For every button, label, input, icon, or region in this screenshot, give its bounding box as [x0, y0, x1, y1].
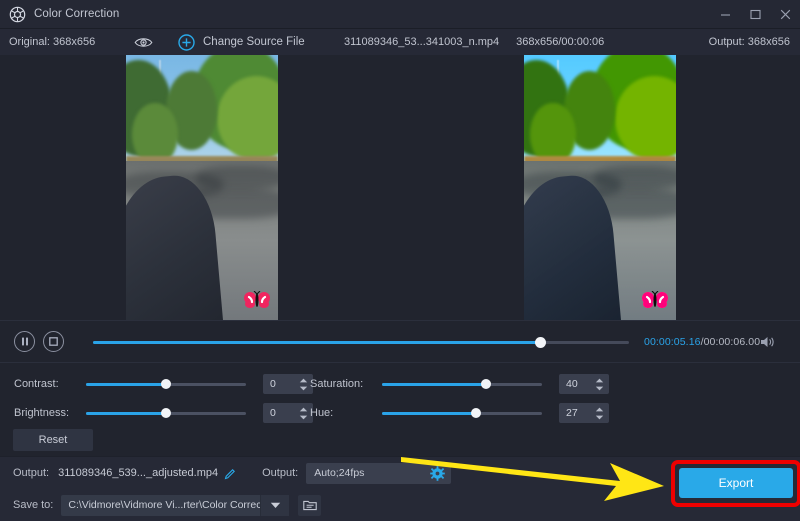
transport-bar: 00:00:05.16 /00:00:06.00: [0, 320, 800, 362]
minimize-icon[interactable]: [710, 0, 740, 29]
pencil-icon[interactable]: [224, 467, 236, 479]
brightness-slider-fill: [86, 412, 166, 415]
saturation-stepper[interactable]: 40: [559, 374, 609, 394]
hue-stepper[interactable]: 27: [559, 403, 609, 423]
output-format-value: Auto;24fps: [314, 467, 364, 479]
stepper-arrows[interactable]: [595, 374, 604, 394]
brightness-stepper[interactable]: 0: [263, 403, 313, 423]
contrast-label: Contrast:: [14, 378, 84, 390]
contrast-stepper[interactable]: 0: [263, 374, 313, 394]
preview-stage: [0, 55, 800, 320]
brightness-slider-knob[interactable]: [161, 408, 171, 418]
saturation-label: Saturation:: [310, 378, 380, 390]
color-correction-window: Color Correction Original: 368x656: [0, 0, 800, 521]
output-format-label: Output:: [262, 467, 298, 479]
stop-icon[interactable]: [43, 331, 64, 352]
save-path-value: C:\Vidmore\Vidmore Vi...rter\Color Corre…: [68, 499, 278, 511]
hue-slider-knob[interactable]: [471, 408, 481, 418]
seek-slider[interactable]: [93, 321, 629, 363]
save-path-input[interactable]: C:\Vidmore\Vidmore Vi...rter\Color Corre…: [61, 495, 289, 516]
brightness-slider[interactable]: [86, 412, 246, 415]
aperture-icon: [9, 6, 26, 23]
plus-circle-icon: [178, 34, 195, 51]
seek-track[interactable]: [93, 341, 629, 344]
source-bar: Original: 368x656 Change Source File 311…: [0, 29, 800, 55]
output-format-select[interactable]: Auto;24fps: [306, 463, 451, 484]
corrected-video-preview[interactable]: [524, 55, 676, 320]
seek-fill: [93, 341, 541, 344]
eye-icon[interactable]: [130, 29, 156, 55]
total-time: /00:00:06.00: [701, 336, 761, 348]
stepper-arrows[interactable]: [299, 374, 308, 394]
volume-icon[interactable]: [760, 321, 776, 363]
reset-button[interactable]: Reset: [13, 429, 93, 451]
reset-row: Reset: [0, 428, 800, 454]
output-file-name: 311089346_539..._adjusted.mp4: [58, 467, 218, 479]
maximize-icon[interactable]: [740, 0, 770, 29]
window-controls: [710, 0, 800, 29]
original-resolution-label: Original: 368x656: [9, 36, 95, 48]
road-shadow: [196, 166, 278, 190]
change-source-file-button[interactable]: Change Source File: [178, 29, 305, 55]
folder-icon[interactable]: [298, 495, 321, 516]
file-meta: 311089346_53...341003_n.mp4 368x656/00:0…: [344, 29, 604, 55]
gear-icon[interactable]: [430, 466, 445, 481]
saturation-control: Saturation: 40: [310, 373, 609, 395]
window-title: Color Correction: [34, 8, 119, 20]
saturation-value: 40: [566, 378, 578, 390]
contrast-slider-knob[interactable]: [161, 379, 171, 389]
close-icon[interactable]: [770, 0, 800, 29]
timecode-display: 00:00:05.16 /00:00:06.00: [644, 321, 760, 363]
save-to-label: Save to:: [13, 499, 53, 511]
original-video-preview[interactable]: [126, 55, 278, 320]
hue-label: Hue:: [310, 407, 380, 419]
output-resolution-text: Output: 368x656: [709, 36, 790, 48]
chevron-down-icon[interactable]: [260, 495, 289, 516]
source-file-info: 368x656/00:00:06: [516, 36, 604, 48]
brightness-value: 0: [270, 407, 276, 419]
change-source-file-label: Change Source File: [203, 36, 305, 48]
stepper-up-icon: [595, 378, 604, 383]
stepper-down-icon: [595, 386, 604, 391]
brightness-control: Brightness: 0: [14, 402, 313, 424]
current-time: 00:00:05.16: [644, 336, 701, 348]
contrast-value: 0: [270, 378, 276, 390]
saturation-slider-knob[interactable]: [481, 379, 491, 389]
brightness-label: Brightness:: [14, 407, 84, 419]
butterfly-watermark: [244, 291, 270, 308]
output-name-label: Output:: [13, 467, 49, 479]
saturation-slider-fill: [382, 383, 486, 386]
output-resolution-label: Output: 368x656: [709, 29, 790, 55]
pause-icon[interactable]: [14, 331, 35, 352]
seek-knob[interactable]: [535, 337, 546, 348]
export-button[interactable]: Export: [679, 468, 793, 498]
stepper-arrows[interactable]: [595, 403, 604, 423]
stepper-down-icon: [299, 386, 308, 391]
stepper-up-icon: [299, 378, 308, 383]
butterfly-watermark: [642, 291, 668, 308]
stepper-down-icon: [595, 415, 604, 420]
source-file-name: 311089346_53...341003_n.mp4: [344, 36, 499, 48]
hue-control: Hue: 27: [310, 402, 609, 424]
contrast-slider-fill: [86, 383, 166, 386]
stepper-up-icon: [595, 407, 604, 412]
stepper-up-icon: [299, 407, 308, 412]
adjustment-panel: Contrast: 0 Brightness: 0: [0, 362, 800, 428]
hue-slider[interactable]: [382, 412, 542, 415]
stepper-down-icon: [299, 415, 308, 420]
hue-slider-fill: [382, 412, 476, 415]
contrast-control: Contrast: 0: [14, 373, 313, 395]
contrast-slider[interactable]: [86, 383, 246, 386]
title-bar: Color Correction: [0, 0, 800, 29]
hue-value: 27: [566, 407, 578, 419]
stepper-arrows[interactable]: [299, 403, 308, 423]
road-shadow: [594, 166, 676, 190]
saturation-slider[interactable]: [382, 383, 542, 386]
